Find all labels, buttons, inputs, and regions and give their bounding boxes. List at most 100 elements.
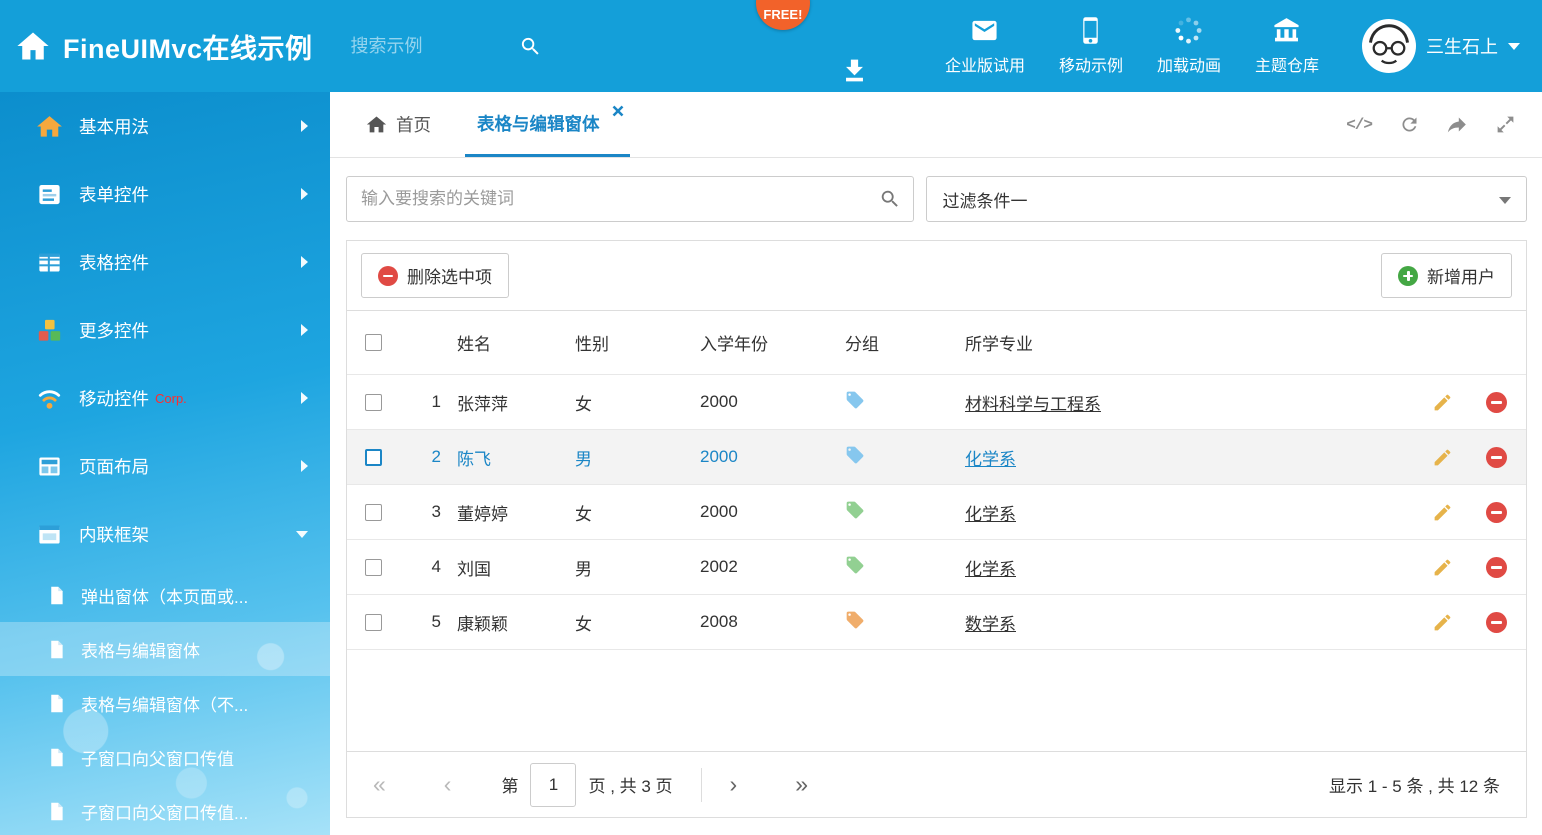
filter-dropdown[interactable]: 过滤条件一 [926, 176, 1528, 222]
tag-icon [845, 555, 865, 575]
delete-row-icon[interactable] [1486, 392, 1507, 413]
row-checkbox[interactable] [365, 614, 382, 631]
table-icon [36, 249, 63, 276]
nav-item-mobile-demo[interactable]: 移动示例 [1042, 16, 1140, 76]
column-header-group: 分组 [845, 330, 965, 355]
edit-icon[interactable] [1432, 612, 1453, 633]
row-checkbox[interactable] [365, 449, 382, 466]
prev-page-button[interactable]: ‹ [444, 773, 452, 796]
layout-icon [36, 453, 63, 480]
delete-row-icon[interactable] [1486, 447, 1507, 468]
open-new-window-icon[interactable] [1447, 114, 1468, 135]
brand[interactable]: FineUIMvc在线示例 [16, 27, 313, 66]
sidebar-item-grid-edit-window[interactable]: 表格与编辑窗体 [0, 622, 330, 676]
cell-name: 刘国 [457, 555, 575, 580]
table-empty-area [347, 650, 1526, 751]
sidebar-item-label: 基本用法 [79, 114, 301, 139]
row-checkbox[interactable] [365, 559, 382, 576]
envelope-icon [970, 16, 999, 45]
table-row[interactable]: 4 刘国 男 2002 化学系 [347, 540, 1526, 595]
filter-row: 过滤条件一 [330, 158, 1542, 240]
nav-label: 加载动画 [1157, 52, 1221, 76]
sidebar-item-child-to-parent-value[interactable]: 子窗口向父窗口传值 [0, 730, 330, 784]
search-icon[interactable] [511, 35, 542, 58]
sidebar-item-page-layout[interactable]: 页面布局 [0, 432, 330, 500]
search-icon[interactable] [879, 188, 901, 210]
major-link[interactable]: 化学系 [965, 560, 1016, 579]
top-nav: FREE! 基础版（免费） 企业版试用 移动示例 加载动画 [782, 0, 1336, 116]
plus-circle-icon [1398, 266, 1418, 286]
tab-home[interactable]: 首页 [348, 92, 449, 157]
fullscreen-icon[interactable] [1495, 114, 1516, 135]
sidebar-item-form-controls[interactable]: 表单控件 [0, 160, 330, 228]
nav-item-loading-animation[interactable]: 加载动画 [1140, 16, 1238, 76]
page-prefix-label: 第 [501, 772, 518, 797]
file-icon [46, 639, 67, 660]
refresh-icon[interactable] [1399, 114, 1420, 135]
sidebar-item-label: 内联框架 [79, 522, 296, 547]
chevron-right-icon [301, 392, 308, 404]
edit-icon[interactable] [1432, 447, 1453, 468]
chevron-right-icon [301, 256, 308, 268]
nav-label: 主题仓库 [1255, 52, 1319, 76]
major-link[interactable]: 化学系 [965, 505, 1016, 524]
top-header: FineUIMvc在线示例 FREE! 基础版（免费） 企业版试用 移动示例 [0, 0, 1542, 92]
page-count-label: 页 , 共 3 页 [588, 772, 672, 797]
sidebar-item-grid-controls[interactable]: 表格控件 [0, 228, 330, 296]
sidebar-item-label: 弹出窗体（本页面或... [81, 583, 308, 608]
edit-icon[interactable] [1432, 392, 1453, 413]
close-icon[interactable] [612, 105, 624, 117]
top-search [351, 35, 542, 58]
cell-gender: 男 [575, 555, 700, 580]
first-page-button[interactable]: « [373, 773, 386, 796]
user-menu[interactable]: 三生石上 [1362, 19, 1520, 73]
view-source-icon[interactable]: </> [1346, 116, 1372, 134]
table-row[interactable]: 5 康颖颖 女 2008 数学系 [347, 595, 1526, 650]
keyword-search-input[interactable] [346, 176, 914, 222]
sidebar-item-grid-edit-window-2[interactable]: 表格与编辑窗体（不... [0, 676, 330, 730]
top-search-input[interactable] [351, 36, 511, 57]
sidebar-item-popup-window[interactable]: 弹出窗体（本页面或... [0, 568, 330, 622]
major-link[interactable]: 数学系 [965, 615, 1016, 634]
nav-label: 企业版试用 [945, 52, 1025, 76]
download-icon [840, 56, 869, 85]
add-user-button[interactable]: 新增用户 [1381, 253, 1512, 298]
home-icon [36, 113, 63, 140]
last-page-button[interactable]: » [795, 773, 808, 796]
select-all-checkbox[interactable] [365, 334, 382, 351]
row-index: 2 [399, 447, 457, 467]
table-row[interactable]: 2 陈飞 男 2000 化学系 [347, 430, 1526, 485]
nav-label: 基础版（免费） [799, 92, 911, 116]
sidebar-item-iframe[interactable]: 内联框架 [0, 500, 330, 568]
sidebar-item-child-to-parent-value-2[interactable]: 子窗口向父窗口传值... [0, 784, 330, 835]
row-index: 1 [399, 392, 457, 412]
major-link[interactable]: 材料科学与工程系 [965, 395, 1101, 414]
sidebar-item-mobile-controls[interactable]: 移动控件 Corp. [0, 364, 330, 432]
page-number-input[interactable] [530, 763, 576, 807]
next-page-button[interactable]: › [730, 773, 738, 796]
sidebar-item-more-controls[interactable]: 更多控件 [0, 296, 330, 364]
table-row[interactable]: 1 张萍萍 女 2000 材料科学与工程系 [347, 375, 1526, 430]
row-checkbox[interactable] [365, 504, 382, 521]
record-summary: 显示 1 - 5 条 , 共 12 条 [1329, 772, 1500, 797]
nav-item-enterprise-trial[interactable]: 企业版试用 [928, 16, 1042, 76]
sidebar-item-basic-usage[interactable]: 基本用法 [0, 92, 330, 160]
tab-grid-edit-window[interactable]: 表格与编辑窗体 [465, 92, 630, 157]
cell-year: 2002 [700, 557, 845, 577]
delete-row-icon[interactable] [1486, 502, 1507, 523]
table-header: 姓名 性别 入学年份 分组 所学专业 [347, 311, 1526, 375]
row-checkbox[interactable] [365, 394, 382, 411]
edit-icon[interactable] [1432, 557, 1453, 578]
pagination-bar: « ‹ 第 页 , 共 3 页 › » 显示 1 - 5 条 , 共 12 条 [347, 751, 1526, 817]
nav-item-theme-store[interactable]: 主题仓库 [1238, 16, 1336, 76]
major-link[interactable]: 化学系 [965, 450, 1016, 469]
nav-item-basic-free[interactable]: FREE! 基础版（免费） [782, 16, 928, 116]
edit-icon[interactable] [1432, 502, 1453, 523]
cell-year: 2008 [700, 612, 845, 632]
delete-selected-button[interactable]: 删除选中项 [361, 253, 509, 298]
tag-icon [845, 445, 865, 465]
delete-row-icon[interactable] [1486, 557, 1507, 578]
sidebar: 基本用法 表单控件 表格控件 更多控件 移动控件 Corp. 页面布局 [0, 92, 330, 835]
delete-row-icon[interactable] [1486, 612, 1507, 633]
table-row[interactable]: 3 董婷婷 女 2000 化学系 [347, 485, 1526, 540]
